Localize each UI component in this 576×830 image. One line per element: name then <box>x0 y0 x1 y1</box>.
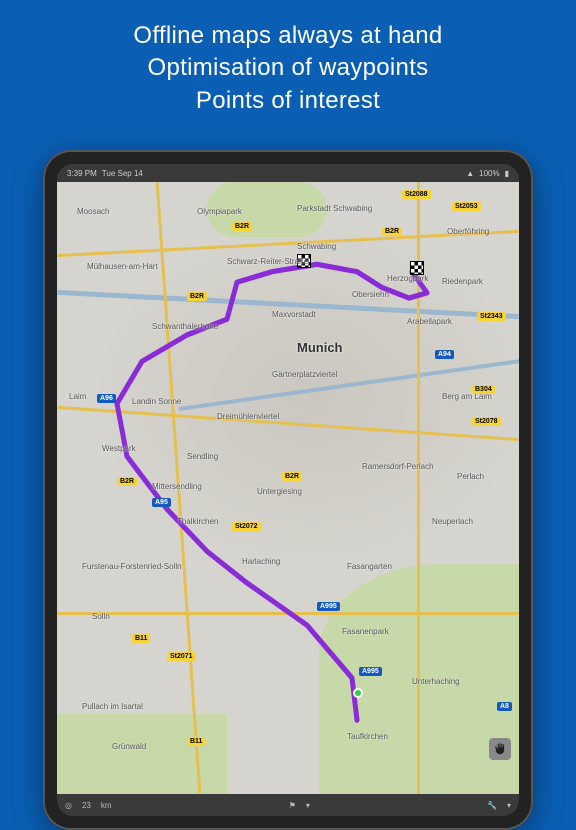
map-label: Sendling <box>187 452 218 461</box>
map-label: Mülhausen-am-Hart <box>87 262 158 271</box>
map-label: Furstenau-Forstenried-Solln <box>82 562 182 571</box>
map-label: Pullach im Isartal <box>82 702 143 711</box>
finish-flag-icon[interactable]: ⚑ <box>289 801 296 810</box>
chevron-down-icon[interactable]: ▾ <box>507 801 511 810</box>
map-label: Ramersdorf-Perlach <box>362 462 434 471</box>
map-label: Westpark <box>102 444 136 453</box>
map-label: Olympiapark <box>197 207 242 216</box>
wifi-icon: ▲ <box>466 169 474 178</box>
headline-line-1: Offline maps always at hand <box>0 20 576 52</box>
map-label: Perlach <box>457 472 484 481</box>
map-label: Landin Sonne <box>132 397 181 406</box>
road-sign: A995 <box>317 602 340 611</box>
map-label: Mittersendling <box>152 482 202 491</box>
marketing-headline: Offline maps always at hand Optimisation… <box>0 0 576 117</box>
map-label: Maxvorstadt <box>272 310 316 319</box>
road-sign: B2R <box>382 227 402 236</box>
pan-hand-icon <box>493 742 507 756</box>
map-road <box>57 612 519 615</box>
road-sign: B11 <box>132 634 150 643</box>
tablet-frame: 3:39 PM Tue Sep 14 ▲ 100% ▮ <box>43 150 533 830</box>
map-label: Dreimühlenviertel <box>217 412 279 421</box>
road-sign: B2R <box>117 477 137 486</box>
map-label: Laim <box>69 392 86 401</box>
status-date: Tue Sep 14 <box>102 169 143 178</box>
map-label: Schwarz-Reiter-Straße <box>227 257 308 266</box>
road-sign: B2R <box>282 472 302 481</box>
map-label: Unterhaching <box>412 677 460 686</box>
road-sign: B2R <box>187 292 207 301</box>
map-city-label: Munich <box>297 340 343 355</box>
status-battery: 100% <box>479 169 499 178</box>
status-bar: 3:39 PM Tue Sep 14 ▲ 100% ▮ <box>57 164 519 182</box>
map-label: Neuperlach <box>432 517 473 526</box>
speed-value: 23 <box>82 801 91 810</box>
road-sign: A995 <box>359 667 382 676</box>
headline-line-2: Optimisation of waypoints <box>0 52 576 84</box>
chevron-down-icon[interactable]: ▾ <box>306 801 310 810</box>
map-label: Herzogpark <box>387 274 428 283</box>
road-sign: A8 <box>497 702 512 711</box>
route-start-icon <box>353 688 363 698</box>
road-sign: St2088 <box>402 190 431 199</box>
pan-hand-button[interactable] <box>489 738 511 760</box>
map-label: Thalkirchen <box>177 517 218 526</box>
road-sign: St2053 <box>452 202 481 211</box>
map-label: Untergiesing <box>257 487 302 496</box>
map-label: Riedenpark <box>442 277 483 286</box>
road-sign: St2343 <box>477 312 506 321</box>
wrench-icon[interactable]: 🔧 <box>487 801 497 810</box>
speed-unit: km <box>101 801 112 810</box>
map-label: Gärtnerplatzviertel <box>272 370 337 379</box>
map-label: Grünwald <box>112 742 146 751</box>
map-label: Harlaching <box>242 557 280 566</box>
map-canvas[interactable]: Munich Moosach Olympiapark Parkstadt Sch… <box>57 182 519 794</box>
tablet-screen: 3:39 PM Tue Sep 14 ▲ 100% ▮ <box>57 164 519 816</box>
finish-flag-icon <box>410 261 424 275</box>
road-sign: St2078 <box>472 417 501 426</box>
road-sign: St2072 <box>232 522 261 531</box>
map-label: Fasangarten <box>347 562 392 571</box>
road-sign: A96 <box>97 394 116 403</box>
map-label: Taufkirchen <box>347 732 388 741</box>
map-label: Schwabing <box>297 242 336 251</box>
road-sign: St2071 <box>167 652 196 661</box>
status-time: 3:39 PM <box>67 169 97 178</box>
battery-icon: ▮ <box>505 169 509 178</box>
road-sign: B11 <box>187 737 205 746</box>
map-label: Moosach <box>77 207 109 216</box>
map-label: Obersiehn <box>352 290 389 299</box>
road-sign: A94 <box>435 350 454 359</box>
gps-icon[interactable]: ◎ <box>65 801 72 810</box>
road-sign: B304 <box>472 385 495 394</box>
map-label: Oberföhring <box>447 227 489 236</box>
map-label: Schwanthalerhohe <box>152 322 218 331</box>
road-sign: B2R <box>232 222 252 231</box>
map-label: Solln <box>92 612 110 621</box>
map-label: Arabellapark <box>407 317 452 326</box>
map-terrain <box>57 714 227 794</box>
map-label: Fasanenpark <box>342 627 389 636</box>
road-sign: A95 <box>152 498 171 507</box>
map-label: Parkstadt Schwabing <box>297 204 372 213</box>
headline-line-3: Points of interest <box>0 85 576 117</box>
bottom-toolbar: ◎ 23 km ⚑ ▾ 🔧 ▾ <box>57 794 519 816</box>
